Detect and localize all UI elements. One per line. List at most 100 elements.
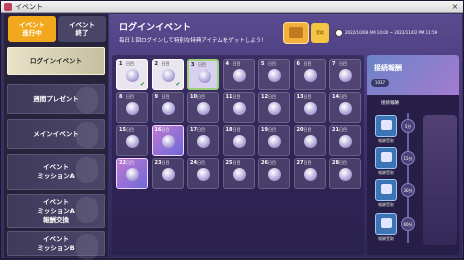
day-number: 26 <box>261 160 268 166</box>
reward-item-icon <box>339 102 352 115</box>
day-suffix: 日目 <box>268 127 276 132</box>
reward-slot-3[interactable] <box>375 179 397 201</box>
day-number: 9 <box>154 94 158 100</box>
day-suffix: 日目 <box>126 94 134 99</box>
reward-item-icon <box>268 168 281 181</box>
day-cell[interactable]: 26 日目 <box>258 158 290 189</box>
reward-slot-1[interactable] <box>375 115 397 137</box>
page-title: ログインイベント <box>119 23 192 33</box>
day-suffix: 日目 <box>339 94 347 99</box>
day-number: 1 <box>119 61 123 67</box>
reward-item-icon <box>303 135 317 148</box>
login-calendar: 1 日目 ✔ 2 日目 ✔ 3 日目 4 日目 5 日目 6 日目 7 日目 8 日目 9 日目 10 日目 11 日目 12 日… <box>112 55 364 255</box>
day-cell[interactable]: 20 日目 <box>293 125 326 156</box>
reward-item-icon <box>232 102 246 115</box>
day-number: 16 <box>154 127 162 133</box>
reward-item-icon <box>339 168 352 181</box>
window-title: イベント <box>15 3 43 11</box>
reward-item-icon <box>339 135 352 148</box>
day-cell[interactable]: 17 日目 <box>187 125 219 156</box>
reward-item-icon <box>268 69 281 82</box>
reward-item-icon <box>126 168 139 181</box>
reward-item-icon <box>197 102 210 115</box>
sidebar-item-weekly-present[interactable]: 週間プレゼント <box>7 84 105 114</box>
reward-item-icon <box>161 168 175 181</box>
day-suffix: 日目 <box>198 62 206 67</box>
sidebar-item-main-event[interactable]: メインイベント <box>7 119 105 149</box>
day-cell[interactable]: 12 日目 <box>258 92 290 123</box>
day-suffix: 日目 <box>161 94 170 99</box>
day-number: 3 <box>191 62 195 68</box>
connection-reward-subtitle: 接続報酬 <box>381 101 399 106</box>
reward-item-icon <box>232 135 246 148</box>
tab-ongoing[interactable]: イベント 進行中 <box>8 16 56 42</box>
reward-slot-4[interactable] <box>375 213 397 235</box>
day-cell[interactable]: 5 日目 <box>258 59 290 90</box>
sidebar-item-label: イベント ミッションB <box>37 234 75 252</box>
tab-ended-label: イベント 終了 <box>69 21 95 37</box>
character-silhouette <box>76 234 98 260</box>
day-cell[interactable]: 3 日目 <box>187 59 219 90</box>
day-number: 5 <box>261 61 265 67</box>
character-silhouette <box>76 157 98 183</box>
claim-reward-button[interactable]: 受取 <box>311 23 329 43</box>
day-cell[interactable]: 2 日目 ✔ <box>151 59 184 90</box>
day-cell[interactable]: 25 日目 <box>222 158 255 189</box>
day-cell[interactable]: 15 日目 <box>116 125 148 156</box>
day-cell[interactable]: 22 日目 <box>116 158 148 189</box>
day-number: 21 <box>332 127 339 133</box>
day-suffix: 日目 <box>126 160 134 165</box>
day-cell[interactable]: 9 日目 <box>151 92 184 123</box>
reward-item-icon <box>339 69 352 82</box>
day-suffix: 日目 <box>232 127 241 132</box>
check-icon: ✔ <box>139 81 145 88</box>
character-silhouette <box>76 197 98 223</box>
sidebar-item-login-event[interactable]: ログインイベント <box>7 47 105 75</box>
day-suffix: 日目 <box>232 94 241 99</box>
sidebar-item-mission-b[interactable]: イベント ミッションB <box>7 231 105 260</box>
close-icon[interactable]: × <box>450 2 460 12</box>
day-cell[interactable]: 7 日目 <box>329 59 361 90</box>
sidebar-item-label: メインイベント <box>33 129 79 138</box>
gift-icon <box>289 27 303 38</box>
clock-icon <box>335 29 343 37</box>
day-cell[interactable]: 18 日目 <box>222 125 255 156</box>
day-number: 14 <box>332 94 339 100</box>
reward-time-marker: 5分 <box>401 119 415 133</box>
sidebar-item-label: 週間プレゼント <box>33 94 79 103</box>
day-number: 17 <box>190 127 197 133</box>
character-illustration <box>423 115 457 245</box>
day-cell[interactable]: 28 日目 <box>329 158 361 189</box>
day-cell[interactable]: 19 日目 <box>258 125 290 156</box>
day-cell[interactable]: 16 日目 <box>151 125 184 156</box>
sidebar-item-mission-a-exchange[interactable]: イベント ミッションA 報酬交換 <box>7 194 105 228</box>
day-cell[interactable]: 14 日目 <box>329 92 361 123</box>
day-cell[interactable]: 24 日目 <box>187 158 219 189</box>
day-cell[interactable]: 6 日目 <box>293 59 326 90</box>
day-suffix: 日目 <box>197 160 205 165</box>
day-number: 6 <box>296 61 300 67</box>
day-cell[interactable]: 1 日目 ✔ <box>116 59 148 90</box>
day-suffix: 日目 <box>339 61 347 66</box>
day-cell[interactable]: 8 日目 <box>116 92 148 123</box>
day-number: 15 <box>119 127 126 133</box>
day-number: 8 <box>119 94 123 100</box>
day-cell[interactable]: 13 日目 <box>293 92 326 123</box>
check-icon: ✔ <box>175 81 181 88</box>
day-suffix: 日目 <box>303 160 312 165</box>
day-cell[interactable]: 21 日目 <box>329 125 361 156</box>
sidebar-item-mission-a[interactable]: イベント ミッションA <box>7 154 105 190</box>
day-cell[interactable]: 4 日目 <box>222 59 255 90</box>
day-cell[interactable]: 27 日目 <box>293 158 326 189</box>
page-subtitle: 毎日１回ログインして特別な特典アイテムをゲットしよう！ <box>119 38 267 44</box>
day-cell[interactable]: 10 日目 <box>187 92 219 123</box>
reward-slot-2[interactable] <box>375 147 397 169</box>
tab-ended[interactable]: イベント 終了 <box>58 16 106 42</box>
day-number: 4 <box>225 61 229 67</box>
reward-time-marker: 15分 <box>401 151 415 165</box>
reward-item-icon <box>303 102 317 115</box>
reward-slot-label: 報酬受取 <box>378 236 394 241</box>
day-number: 12 <box>261 94 268 100</box>
day-cell[interactable]: 11 日目 <box>222 92 255 123</box>
day-cell[interactable]: 23 日目 <box>151 158 184 189</box>
